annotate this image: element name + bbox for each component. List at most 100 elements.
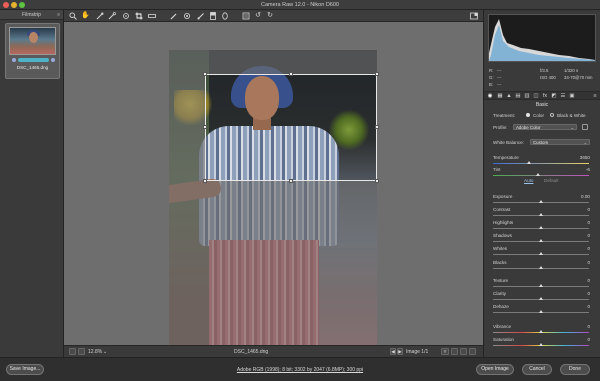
white-balance-icon[interactable] <box>96 12 104 20</box>
done-button[interactable]: Done <box>560 364 590 375</box>
crop-handle[interactable] <box>375 179 379 183</box>
exposure-slider-thumb[interactable] <box>539 200 543 203</box>
tab-basic-icon[interactable]: ◉ <box>487 93 493 99</box>
view-toggle-icon[interactable] <box>69 348 76 355</box>
image-canvas[interactable] <box>64 22 483 365</box>
targeted-adjustment-icon[interactable] <box>122 12 130 20</box>
whites-value[interactable]: 0 <box>574 246 590 251</box>
saturation-slider-thumb[interactable] <box>539 343 543 346</box>
treatment-bw-radio[interactable] <box>550 113 554 117</box>
before-after-button[interactable]: Y <box>441 348 449 355</box>
crop-handle[interactable] <box>289 179 293 183</box>
zoom-dropdown-icon[interactable]: ⌄ <box>103 349 107 355</box>
default-link[interactable]: Default <box>544 178 559 183</box>
open-image-button[interactable]: Open Image <box>476 364 514 375</box>
zoom-icon[interactable] <box>69 12 77 20</box>
contrast-value[interactable]: 0 <box>574 207 590 212</box>
whites-slider[interactable] <box>493 252 589 255</box>
contrast-slider-thumb[interactable] <box>539 213 543 216</box>
blacks-slider-thumb[interactable] <box>539 266 543 269</box>
swap-icon[interactable] <box>451 348 458 355</box>
blacks-value[interactable]: 0 <box>574 260 590 265</box>
crop-handle[interactable] <box>203 125 207 129</box>
spot-removal-icon[interactable] <box>170 12 178 20</box>
crop-handle[interactable] <box>289 72 293 76</box>
tab-split-toning-icon[interactable]: ▥ <box>524 93 530 99</box>
dehaze-slider-thumb[interactable] <box>539 310 543 313</box>
contrast-slider[interactable] <box>493 213 589 216</box>
crop-handle[interactable] <box>375 125 379 129</box>
auto-link[interactable]: Auto <box>524 178 533 183</box>
cancel-button[interactable]: Cancel <box>522 364 552 375</box>
copy-settings-icon[interactable] <box>460 348 467 355</box>
saturation-slider[interactable] <box>493 343 589 346</box>
dehaze-slider[interactable] <box>493 310 589 313</box>
tab-snapshots-icon[interactable]: ▣ <box>569 93 575 99</box>
temperature-slider[interactable] <box>493 161 589 164</box>
straighten-icon[interactable] <box>148 12 156 20</box>
zoom-level[interactable]: 12.8% <box>88 349 102 355</box>
treatment-color-radio[interactable] <box>526 113 530 117</box>
clarity-slider[interactable] <box>493 297 589 300</box>
texture-value[interactable]: 0 <box>574 278 590 283</box>
shadows-value[interactable]: 0 <box>574 233 590 238</box>
filmstrip-thumbnail[interactable]: DSC_1465.dng <box>5 23 60 79</box>
clarity-value[interactable]: 0 <box>574 291 590 296</box>
color-sampler-icon[interactable] <box>108 12 116 20</box>
tint-slider-thumb[interactable] <box>536 173 541 176</box>
saturation-value[interactable]: 0 <box>574 337 590 342</box>
hand-icon[interactable]: ✋ <box>81 12 90 20</box>
vibrance-slider-thumb[interactable] <box>539 330 543 333</box>
filmstrip-toggle-icon[interactable] <box>78 348 85 355</box>
clarity-slider-thumb[interactable] <box>539 297 543 300</box>
highlights-value[interactable]: 0 <box>574 220 590 225</box>
next-image-icon[interactable]: ▶ <box>397 348 403 355</box>
exposure-value[interactable]: 0.00 <box>574 194 590 199</box>
crop-handle[interactable] <box>203 72 207 76</box>
texture-slider-thumb[interactable] <box>539 284 543 287</box>
texture-slider[interactable] <box>493 284 589 287</box>
profile-browser-icon[interactable] <box>582 124 588 130</box>
rotate-cw-icon[interactable]: ↻ <box>266 12 274 20</box>
radial-filter-icon[interactable] <box>221 12 229 20</box>
vibrance-value[interactable]: 0 <box>574 324 590 329</box>
tab-calibration-icon[interactable]: ◩ <box>551 93 557 99</box>
tab-tone-curve-icon[interactable]: ▦ <box>497 93 503 99</box>
dehaze-value[interactable]: 0 <box>574 304 590 309</box>
temperature-label: Temperature <box>493 155 519 160</box>
toggle-settings-icon[interactable] <box>469 348 476 355</box>
red-eye-icon[interactable] <box>183 12 191 20</box>
graduated-filter-icon[interactable] <box>209 12 217 20</box>
crop-box[interactable] <box>203 72 379 183</box>
shadows-slider[interactable] <box>493 239 589 242</box>
tab-hsl-icon[interactable]: ▤ <box>515 93 521 99</box>
tab-presets-icon[interactable]: ☰ <box>560 93 566 99</box>
fullscreen-icon[interactable] <box>470 12 478 20</box>
blacks-slider[interactable] <box>493 266 589 269</box>
thumbnail-rating-bar[interactable] <box>18 58 49 62</box>
profile-dropdown[interactable]: Adobe Color ⌄ <box>513 124 577 130</box>
crop-handle[interactable] <box>203 179 207 183</box>
prev-image-icon[interactable]: ◀ <box>390 348 396 355</box>
temperature-value[interactable]: 3650 <box>574 155 590 160</box>
whites-slider-thumb[interactable] <box>539 252 543 255</box>
tab-detail-icon[interactable]: ▲ <box>506 93 512 99</box>
tint-value[interactable]: -6 <box>574 167 590 172</box>
adjustment-brush-icon[interactable] <box>197 12 205 20</box>
highlights-slider[interactable] <box>493 226 589 229</box>
exposure-slider[interactable] <box>493 200 589 203</box>
crop-icon[interactable] <box>135 12 143 20</box>
rotate-ccw-icon[interactable]: ↺ <box>254 12 262 20</box>
panel-menu-icon[interactable]: ≡ <box>592 93 598 99</box>
tab-effects-icon[interactable]: fx <box>542 93 548 99</box>
tab-lens-icon[interactable]: ◫ <box>533 93 539 99</box>
crop-handle[interactable] <box>375 72 379 76</box>
preferences-icon[interactable] <box>242 12 250 20</box>
vibrance-slider[interactable] <box>493 330 589 333</box>
highlights-slider-thumb[interactable] <box>539 226 543 229</box>
tint-slider[interactable] <box>493 173 589 176</box>
shadows-slider-thumb[interactable] <box>539 239 543 242</box>
white-balance-dropdown[interactable]: Custom ⌄ <box>530 139 590 145</box>
filmstrip-menu-icon[interactable]: ≡ <box>57 12 60 18</box>
temperature-slider-thumb[interactable] <box>527 161 532 164</box>
